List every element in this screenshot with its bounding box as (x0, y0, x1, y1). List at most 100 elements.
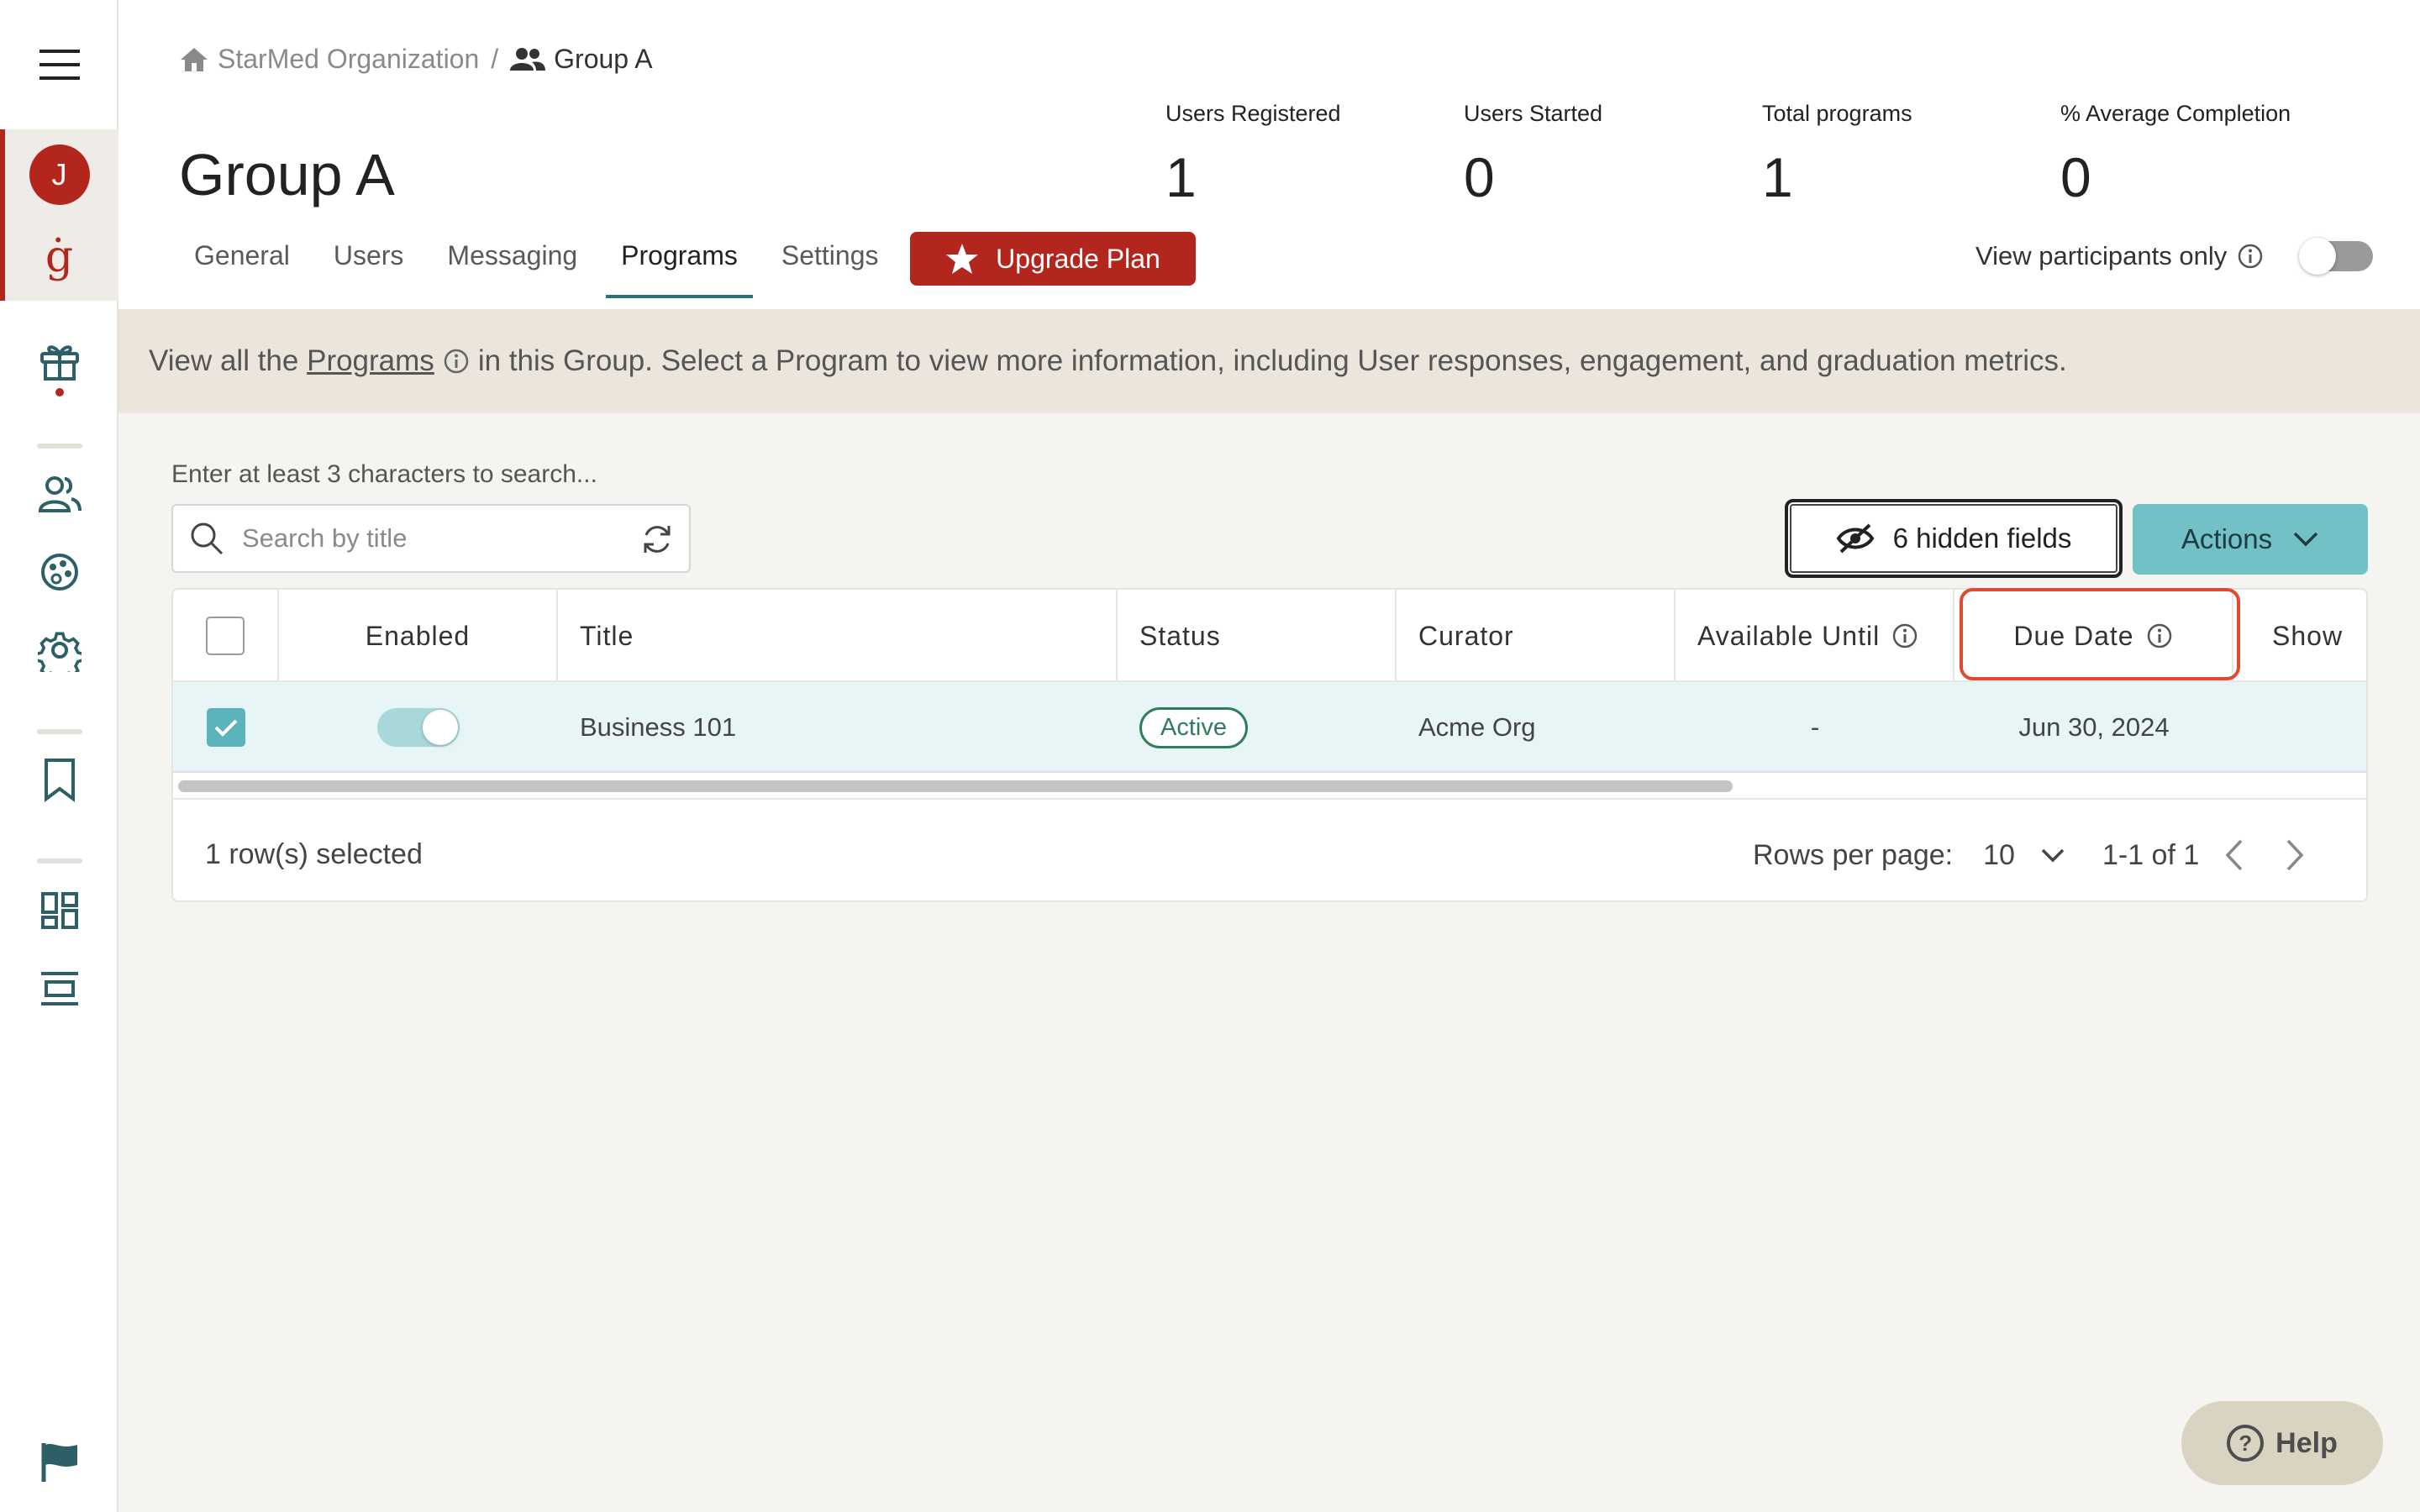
star-icon (946, 244, 979, 274)
breadcrumb-current: Group A (554, 44, 653, 74)
pagination: Rows per page: 10 1-1 of 1 (1753, 838, 2305, 872)
stats-bar: Users Registered 1 Users Started 0 Total… (1165, 101, 2359, 209)
upgrade-plan-label: Upgrade Plan (996, 243, 1160, 274)
users-icon[interactable] (0, 472, 118, 517)
stat-value: 0 (2060, 146, 2091, 208)
due-date-highlight (1960, 588, 2240, 680)
info-icon[interactable] (443, 348, 470, 375)
column-header-label: Available Until (1697, 620, 1881, 651)
tab-messaging[interactable]: Messaging (439, 228, 586, 297)
toggle-knob (423, 710, 458, 745)
enabled-cell (279, 682, 558, 773)
flag-icon[interactable] (0, 1438, 118, 1487)
chevron-down-icon[interactable] (2040, 847, 2065, 864)
available-until-cell: - (1810, 712, 1820, 742)
rows-per-page-label: Rows per page: (1753, 838, 1954, 871)
stat-value: 0 (1464, 146, 1495, 208)
breadcrumb-separator: / (491, 44, 499, 74)
select-all-cell (173, 590, 279, 682)
stat-users-registered: Users Registered 1 (1165, 101, 1464, 209)
avatar[interactable]: J (0, 143, 118, 207)
tab-bar: General Users Messaging Programs Setting… (186, 228, 913, 298)
title-cell: Business 101 (580, 712, 737, 742)
gear-icon[interactable] (0, 627, 118, 674)
help-label: Help (2275, 1426, 2338, 1459)
column-header-available-until[interactable]: Available Until (1676, 590, 1954, 682)
column-header-enabled[interactable]: Enabled (279, 590, 558, 682)
dashboard-icon[interactable] (0, 889, 118, 932)
stat-label: % Average Completion (2060, 101, 2291, 126)
search-box (171, 504, 691, 573)
layout-icon[interactable] (0, 968, 118, 1010)
actions-button[interactable]: Actions (2133, 504, 2368, 575)
enabled-toggle[interactable] (377, 708, 460, 747)
bookmark-icon[interactable] (0, 753, 118, 806)
toggle-knob (2299, 238, 2337, 275)
chevron-right-icon[interactable] (2285, 838, 2305, 872)
tab-settings[interactable]: Settings (773, 228, 887, 297)
hidden-fields-label: 6 hidden fields (1892, 522, 2072, 554)
tab-general[interactable]: General (186, 228, 298, 297)
info-icon[interactable] (2237, 243, 2264, 270)
search-hint: Enter at least 3 characters to search... (171, 460, 597, 488)
info-banner: View all the Programs in this Group. Sel… (118, 309, 2420, 413)
due-date-cell: Jun 30, 2024 (2018, 712, 2170, 742)
stat-average-completion: % Average Completion 0 (2060, 101, 2359, 209)
sidebar-divider (37, 729, 82, 734)
question-icon: ? (2227, 1425, 2265, 1462)
table-row[interactable]: Business 101 Active Acme Org - Jun 30, 2… (173, 682, 2366, 773)
select-all-checkbox[interactable] (206, 617, 245, 655)
upgrade-plan-button[interactable]: Upgrade Plan (910, 232, 1196, 286)
refresh-icon[interactable] (640, 522, 674, 556)
stat-users-started: Users Started 0 (1464, 101, 1762, 209)
home-icon (181, 47, 208, 71)
stat-total-programs: Total programs 1 (1762, 101, 2060, 209)
banner-text-after: in this Group. Select a Program to view … (477, 344, 2067, 377)
page-title: Group A (179, 142, 395, 207)
table-footer: 1 row(s) selected Rows per page: 10 1-1 … (173, 801, 2366, 900)
brand-logo[interactable]: ġ (0, 232, 118, 282)
programs-link[interactable]: Programs (307, 344, 434, 378)
stat-label: Users Started (1464, 101, 1603, 126)
banner-text-before: View all the (149, 344, 299, 377)
hidden-fields-button[interactable]: 6 hidden fields (1785, 499, 2123, 578)
search-input[interactable] (240, 522, 627, 554)
column-header-status[interactable]: Status (1118, 590, 1397, 682)
breadcrumb-org-link[interactable]: StarMed Organization (218, 44, 479, 75)
eye-off-icon (1836, 523, 1874, 554)
rows-per-page-select[interactable]: 10 (1983, 839, 2015, 872)
curator-cell: Acme Org (1418, 712, 1536, 742)
palette-icon[interactable] (0, 549, 118, 595)
page-range: 1-1 of 1 (2102, 838, 2200, 871)
view-participants-toggle[interactable] (2299, 238, 2374, 275)
row-checkbox[interactable] (207, 708, 245, 747)
gift-icon[interactable] (0, 336, 118, 403)
status-cell: Active (1118, 682, 1397, 773)
column-header-curator[interactable]: Curator (1397, 590, 1676, 682)
view-participants-control: View participants only (1975, 238, 2374, 275)
view-participants-label: View participants only (1975, 241, 2228, 270)
scrollbar-thumb[interactable] (178, 780, 1733, 792)
stat-value: 1 (1165, 146, 1197, 208)
tab-programs[interactable]: Programs (606, 228, 753, 298)
stat-value: 1 (1762, 146, 1793, 208)
status-badge: Active (1139, 706, 1248, 748)
breadcrumb: StarMed Organization / Group A (179, 44, 653, 75)
selected-count: 1 row(s) selected (205, 838, 423, 870)
row-select-cell (173, 682, 279, 773)
chevron-left-icon[interactable] (2224, 838, 2244, 872)
sidebar-divider (37, 444, 82, 449)
group-icon (510, 47, 546, 71)
tab-users[interactable]: Users (325, 228, 413, 297)
stat-label: Total programs (1762, 101, 1912, 126)
info-icon[interactable] (1891, 622, 1918, 649)
horizontal-scrollbar[interactable] (173, 773, 2366, 800)
actions-label: Actions (2181, 523, 2273, 554)
column-header-show[interactable]: Show (2233, 590, 2366, 682)
check-icon (214, 719, 238, 737)
column-header-title[interactable]: Title (558, 590, 1118, 682)
help-button[interactable]: ? Help (2181, 1401, 2383, 1485)
stat-label: Users Registered (1165, 101, 1341, 126)
menu-icon[interactable] (0, 37, 118, 92)
sidebar-divider (37, 858, 82, 864)
